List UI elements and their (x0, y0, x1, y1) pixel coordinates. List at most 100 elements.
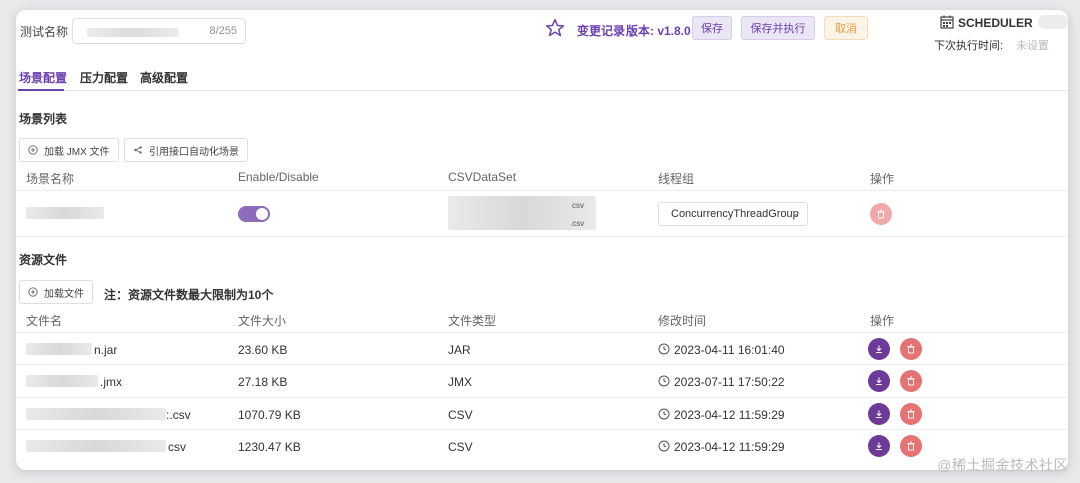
col-file-type: 文件类型 (448, 314, 497, 328)
share-icon (134, 146, 142, 154)
file-name-suffix: :.csv (166, 408, 191, 422)
table-divider (16, 190, 1068, 191)
download-icon (876, 345, 882, 353)
cancel-button[interactable]: 取消 (824, 16, 868, 40)
redacted-scenario-name (26, 207, 104, 219)
file-name-suffix: csv (168, 440, 186, 454)
table-divider (16, 429, 1068, 430)
download-button[interactable] (868, 338, 890, 360)
download-button[interactable] (868, 370, 890, 392)
test-editor-panel: 测试名称 8/255 变更记录 版本: v1.8.0 保存 保存并执行 取消 S… (16, 10, 1068, 470)
download-icon (876, 377, 882, 385)
active-tab-indicator (18, 89, 64, 91)
scheduler-toggle[interactable] (1038, 15, 1068, 29)
file-size: 27.18 KB (238, 375, 288, 389)
scheduler-title: SCHEDULER (958, 16, 1033, 30)
redacted-file-name (26, 343, 92, 355)
watermark: @稀土掘金技术社区 (937, 457, 1068, 473)
col-file-name: 文件名 (26, 314, 63, 328)
file-name-suffix: .jmx (100, 375, 122, 389)
resource-files-title: 资源文件 (19, 253, 68, 267)
download-icon (876, 410, 882, 418)
modified-time: 2023-04-12 11:59:29 (674, 408, 785, 422)
modified-time: 2023-07-11 17:50:22 (674, 375, 785, 389)
trash-icon (907, 344, 915, 354)
trash-icon (907, 376, 915, 386)
trash-icon (877, 209, 885, 219)
save-button[interactable]: 保存 (692, 16, 732, 40)
col-csv-dataset: CSVDataSet (448, 170, 517, 184)
name-label: 测试名称 (20, 25, 69, 39)
clock-icon (658, 343, 670, 355)
calendar-icon (940, 15, 954, 29)
trash-icon (907, 409, 915, 419)
chevron-down-icon (792, 212, 800, 217)
name-char-counter: 8/255 (209, 25, 237, 37)
delete-file-button[interactable] (900, 338, 922, 360)
redacted-file-name (26, 440, 166, 452)
trash-icon (907, 441, 915, 451)
ref-api-label: 引用接口自动化场景 (149, 146, 239, 158)
thread-group-select[interactable]: ConcurrencyThreadGroup (658, 202, 808, 226)
redacted-file-name (26, 375, 98, 387)
save-execute-button[interactable]: 保存并执行 (741, 16, 815, 40)
col-thread-group: 线程组 (658, 172, 695, 186)
csv-tag: .csv (570, 219, 585, 228)
file-size: 1070.79 KB (238, 408, 301, 422)
col-scenario-name: 场景名称 (26, 172, 75, 186)
tab-advanced-config[interactable]: 高级配置 (140, 69, 188, 86)
changelog-link[interactable]: 变更记录 (577, 22, 625, 39)
plus-circle-icon (28, 287, 38, 297)
clock-icon (658, 408, 670, 420)
col-file-actions: 操作 (870, 314, 895, 328)
load-file-label: 加载文件 (44, 288, 84, 300)
delete-scenario-button[interactable] (870, 203, 892, 225)
load-jmx-button[interactable]: 加载 JMX 文件 (19, 138, 119, 162)
test-name-input[interactable]: 8/255 (72, 18, 246, 44)
ref-api-scenario-button[interactable]: 引用接口自动化场景 (124, 138, 248, 162)
redacted-name (87, 28, 179, 37)
table-divider (16, 236, 1068, 237)
col-actions: 操作 (870, 172, 895, 186)
tab-scenario-config[interactable]: 场景配置 (19, 69, 67, 86)
tab-divider (16, 90, 1068, 91)
version-label: 版本: v1.8.0 (626, 24, 691, 38)
tab-pressure-config[interactable]: 压力配置 (80, 69, 128, 86)
modified-time: 2023-04-12 11:59:29 (674, 440, 785, 454)
file-size: 23.60 KB (238, 343, 288, 357)
modified-time: 2023-04-11 16:01:40 (674, 343, 785, 357)
load-jmx-label: 加载 JMX 文件 (44, 146, 110, 158)
file-type: CSV (448, 440, 473, 454)
table-divider (16, 364, 1068, 365)
file-name-suffix: n.jar (94, 343, 118, 357)
table-divider (16, 397, 1068, 398)
load-file-button[interactable]: 加载文件 (19, 280, 93, 304)
table-divider (16, 332, 1068, 333)
star-icon[interactable] (545, 18, 565, 38)
delete-file-button[interactable] (900, 370, 922, 392)
col-file-size: 文件大小 (238, 314, 287, 328)
download-button[interactable] (868, 403, 890, 425)
plus-circle-icon (28, 145, 38, 155)
switch-knob (256, 208, 268, 220)
next-exec-value: 未设置 (1016, 40, 1049, 52)
thread-group-value: ConcurrencyThreadGroup (671, 208, 799, 220)
download-icon (876, 442, 882, 450)
download-button[interactable] (868, 435, 890, 457)
csv-tag: csv (572, 201, 584, 210)
clock-icon (658, 375, 670, 387)
file-type: JAR (448, 343, 471, 357)
file-type: JMX (448, 375, 472, 389)
col-modified-time: 修改时间 (658, 314, 707, 328)
delete-file-button[interactable] (900, 403, 922, 425)
file-type: CSV (448, 408, 473, 422)
resource-limit-note: 注：资源文件数最大限制为10个 (104, 288, 274, 302)
next-exec-label: 下次执行时间: (934, 40, 1004, 52)
scenario-list-title: 场景列表 (19, 112, 68, 126)
enable-switch[interactable] (238, 206, 270, 222)
file-size: 1230.47 KB (238, 440, 301, 454)
redacted-file-name (26, 408, 166, 420)
clock-icon (658, 440, 670, 452)
col-enable-disable: Enable/Disable (238, 170, 319, 184)
delete-file-button[interactable] (900, 435, 922, 457)
